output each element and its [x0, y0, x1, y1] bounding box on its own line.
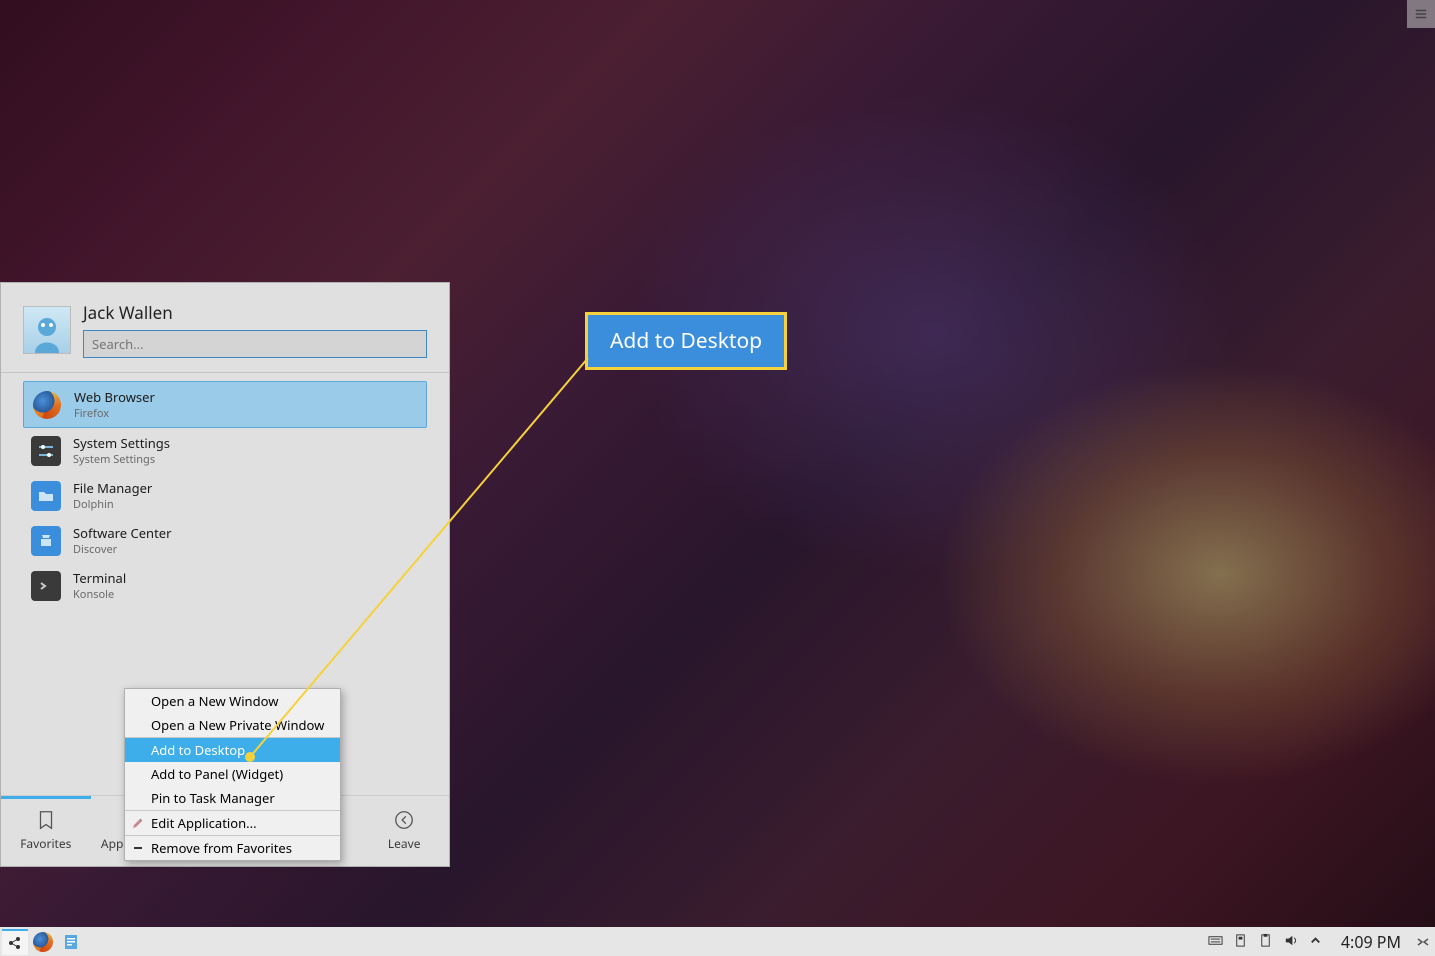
- favorite-title: File Manager: [73, 479, 152, 497]
- folder-icon: [31, 481, 61, 511]
- discover-icon: [31, 526, 61, 556]
- bookmark-icon: [35, 809, 57, 831]
- tray-keyboard-icon[interactable]: [1208, 931, 1223, 953]
- favorite-subtitle: Dolphin: [73, 497, 152, 512]
- notes-icon: [62, 933, 80, 951]
- user-name: Jack Wallen: [83, 301, 427, 324]
- ctx-open-new-private-window[interactable]: Open a New Private Window: [125, 713, 340, 737]
- favorite-subtitle: Discover: [73, 542, 171, 557]
- ctx-pin-task-manager[interactable]: Pin to Task Manager: [125, 786, 340, 810]
- context-menu: Open a New Window Open a New Private Win…: [124, 688, 341, 861]
- favorite-item-software-center[interactable]: Software Center Discover: [23, 518, 427, 563]
- tray-expand-icon[interactable]: [1308, 931, 1323, 953]
- tray-volume-icon[interactable]: [1283, 931, 1298, 953]
- hamburger-icon: [1414, 7, 1428, 21]
- callout-label: Add to Desktop: [610, 327, 762, 355]
- launcher-header: Jack Wallen: [1, 283, 449, 373]
- ctx-add-to-desktop[interactable]: Add to Desktop: [125, 738, 340, 762]
- firefox-icon: [33, 932, 53, 952]
- favorite-item-terminal[interactable]: Terminal Konsole: [23, 563, 427, 608]
- favorite-subtitle: Konsole: [73, 587, 126, 602]
- tab-label: Favorites: [20, 835, 71, 852]
- tab-leave[interactable]: Leave: [359, 796, 449, 866]
- annotation-dot: [245, 752, 255, 762]
- favorite-title: Web Browser: [74, 388, 155, 406]
- favorite-item-system-settings[interactable]: System Settings System Settings: [23, 428, 427, 473]
- favorite-item-web-browser[interactable]: Web Browser Firefox: [23, 381, 427, 428]
- firefox-icon: [32, 390, 62, 420]
- task-firefox[interactable]: [30, 929, 56, 955]
- annotation-callout: Add to Desktop: [585, 312, 787, 370]
- search-input[interactable]: [83, 330, 427, 358]
- edit-icon: [129, 814, 147, 832]
- tab-label: Leave: [388, 835, 421, 852]
- task-notes[interactable]: [58, 929, 84, 955]
- favorite-title: Software Center: [73, 524, 171, 542]
- kde-logo-icon: [6, 934, 24, 952]
- ctx-add-to-panel[interactable]: Add to Panel (Widget): [125, 762, 340, 786]
- favorite-title: Terminal: [73, 569, 126, 587]
- taskbar: 4:09 PM: [0, 927, 1435, 956]
- ctx-remove-from-favorites[interactable]: Remove from Favorites: [125, 836, 340, 860]
- tray-updates-icon[interactable]: [1233, 931, 1248, 953]
- favorite-title: System Settings: [73, 434, 170, 452]
- favorite-subtitle: Firefox: [74, 406, 155, 421]
- panel-edit-icon: [1415, 934, 1431, 950]
- tray-clipboard-icon[interactable]: [1258, 931, 1273, 953]
- panel-clock[interactable]: 4:09 PM: [1331, 931, 1411, 953]
- ctx-open-new-window[interactable]: Open a New Window: [125, 689, 340, 713]
- tab-favorites[interactable]: Favorites: [1, 796, 91, 866]
- terminal-icon: [31, 571, 61, 601]
- desktop-toolbox-button[interactable]: [1407, 0, 1435, 28]
- desktop: Jack Wallen Web Browser Firefox System S…: [0, 0, 1435, 956]
- app-launcher-button[interactable]: [2, 929, 28, 955]
- settings-icon: [31, 436, 61, 466]
- user-avatar[interactable]: [23, 306, 71, 354]
- system-tray: [1208, 931, 1331, 953]
- avatar-icon: [27, 313, 67, 353]
- ctx-edit-application[interactable]: Edit Application...: [125, 811, 340, 835]
- favorite-subtitle: System Settings: [73, 452, 170, 467]
- remove-icon: [129, 839, 147, 857]
- favorite-item-file-manager[interactable]: File Manager Dolphin: [23, 473, 427, 518]
- panel-edit-button[interactable]: [1411, 934, 1435, 950]
- leave-icon: [393, 809, 415, 831]
